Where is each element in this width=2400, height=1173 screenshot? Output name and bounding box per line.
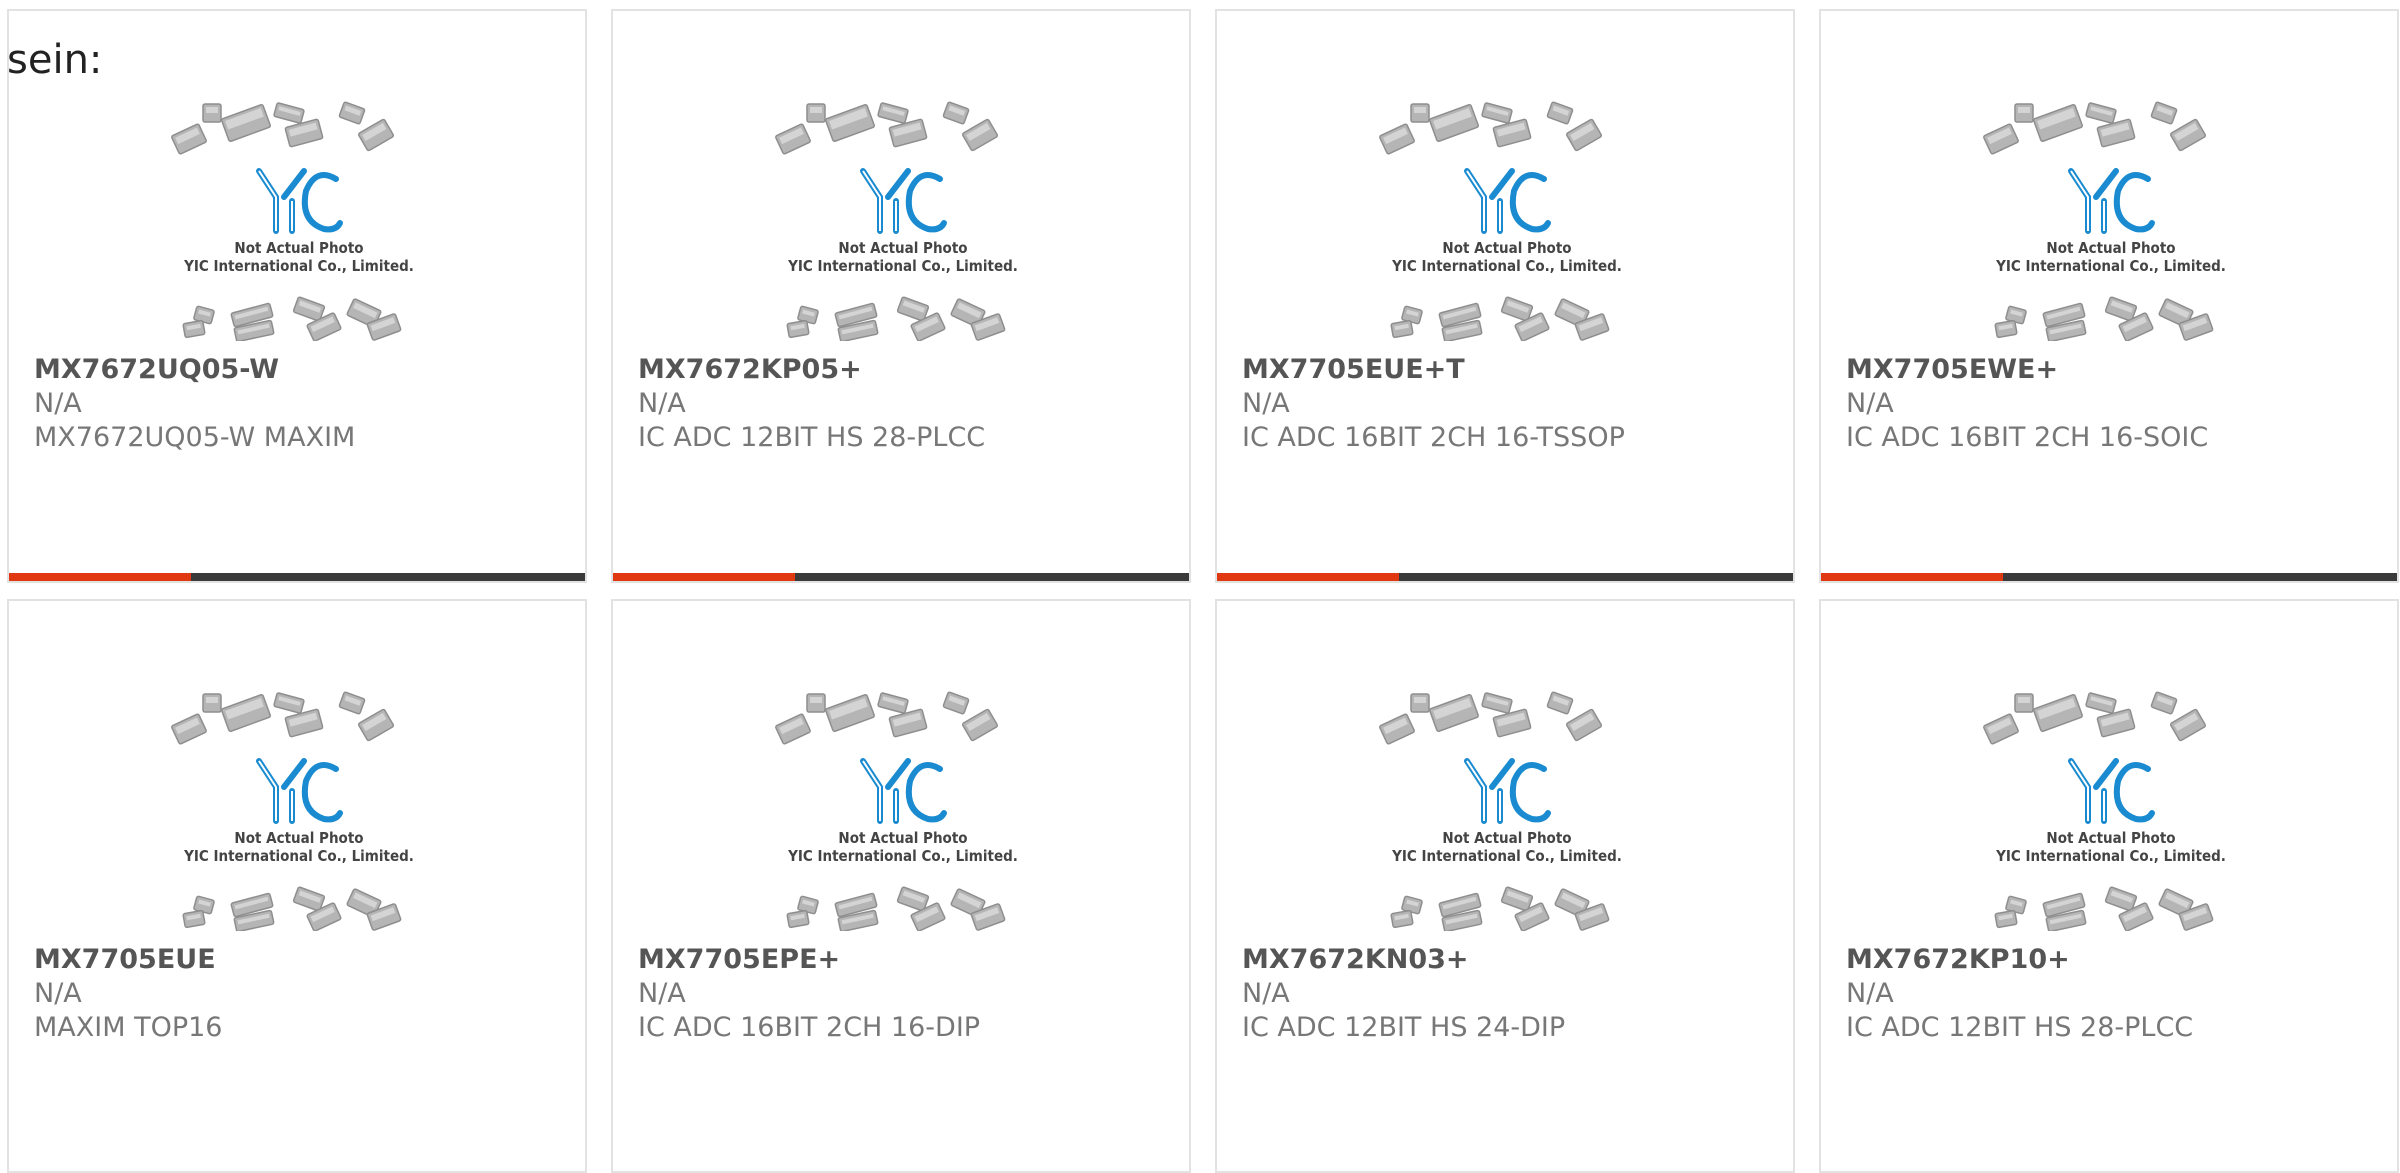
card-accent-bar — [9, 573, 191, 581]
placeholder-caption-line1: Not Actual Photo — [1442, 239, 1571, 257]
product-image-placeholder: Not Actual Photo YIC International Co., L… — [164, 691, 434, 931]
product-image-placeholder: Not Actual Photo YIC International Co., L… — [1976, 691, 2246, 931]
placeholder-caption-line1: Not Actual Photo — [2046, 239, 2175, 257]
product-card[interactable]: Not Actual Photo YIC International Co., L… — [611, 9, 1191, 583]
placeholder-caption-line1: Not Actual Photo — [2046, 829, 2175, 847]
card-bottom-bar — [9, 573, 585, 581]
card-bottom-bar — [613, 573, 1189, 581]
placeholder-caption-line1: Not Actual Photo — [838, 829, 967, 847]
product-description: IC ADC 12BIT HS 24-DIP — [1242, 1012, 1566, 1043]
product-name[interactable]: MX7705EWE+ — [1846, 353, 2377, 387]
product-card[interactable]: Not Actual Photo YIC International Co., L… — [1819, 9, 2399, 583]
product-grid: Not Actual Photo YIC International Co., L… — [0, 0, 2400, 1173]
product-description: IC ADC 16BIT 2CH 16-DIP — [638, 1012, 981, 1043]
yic-placeholder-graphic: Not Actual PhotoYIC International Co., L… — [1983, 691, 2226, 931]
product-manufacturer: N/A — [1242, 978, 1290, 1009]
yic-placeholder-graphic: Not Actual PhotoYIC International Co., L… — [775, 691, 1018, 931]
product-description: IC ADC 12BIT HS 28-PLCC — [638, 422, 986, 453]
card-bottom-bar — [1217, 573, 1793, 581]
product-card[interactable]: Not Actual Photo YIC International Co., L… — [1819, 599, 2399, 1173]
product-image-placeholder: Not Actual Photo YIC International Co., L… — [1372, 101, 1642, 341]
yic-placeholder-graphic: Not Actual PhotoYIC International Co., L… — [1983, 101, 2226, 341]
product-description: MX7672UQ05-W MAXIM — [34, 422, 356, 453]
placeholder-caption-line2: YIC International Co., Limited. — [1391, 847, 1622, 865]
product-manufacturer: N/A — [1242, 388, 1290, 419]
yic-placeholder-graphic: Not Actual PhotoYIC International Co., L… — [171, 691, 414, 931]
product-image-placeholder: Not Actual Photo YIC International Co., L… — [768, 101, 1038, 341]
yic-placeholder-graphic: Not Actual PhotoYIC International Co., L… — [171, 101, 414, 341]
yic-placeholder-graphic: Not Actual PhotoYIC International Co., L… — [1379, 101, 1622, 341]
product-manufacturer: N/A — [638, 388, 686, 419]
product-manufacturer: N/A — [1846, 978, 1894, 1009]
placeholder-caption-line2: YIC International Co., Limited. — [1995, 847, 2226, 865]
product-manufacturer: N/A — [34, 978, 82, 1009]
product-card[interactable]: Not Actual Photo YIC International Co., L… — [7, 9, 587, 583]
product-manufacturer: N/A — [1846, 388, 1894, 419]
card-accent-bar — [1821, 573, 2003, 581]
placeholder-caption-line1: Not Actual Photo — [1442, 829, 1571, 847]
product-name[interactable]: MX7672UQ05-W — [34, 353, 565, 387]
product-description: IC ADC 16BIT 2CH 16-TSSOP — [1242, 422, 1625, 453]
yic-placeholder-graphic: Not Actual PhotoYIC International Co., L… — [775, 101, 1018, 341]
product-manufacturer: N/A — [34, 388, 82, 419]
product-card[interactable]: Not Actual Photo YIC International Co., L… — [1215, 599, 1795, 1173]
product-name[interactable]: MX7705EUE+T — [1242, 353, 1773, 387]
placeholder-caption-line2: YIC International Co., Limited. — [787, 847, 1018, 865]
product-card[interactable]: Not Actual Photo YIC International Co., L… — [1215, 9, 1795, 583]
product-name[interactable]: MX7672KP10+ — [1846, 943, 2377, 977]
product-description: IC ADC 12BIT HS 28-PLCC — [1846, 1012, 2194, 1043]
section-heading: sein: — [7, 37, 103, 83]
product-description: MAXIM TOP16 — [34, 1012, 223, 1043]
product-name[interactable]: MX7672KP05+ — [638, 353, 1169, 387]
placeholder-caption-line2: YIC International Co., Limited. — [1391, 257, 1622, 275]
placeholder-caption-line2: YIC International Co., Limited. — [787, 257, 1018, 275]
product-image-placeholder: Not Actual Photo YIC International Co., L… — [164, 101, 434, 341]
product-name[interactable]: MX7672KN03+ — [1242, 943, 1773, 977]
product-image-placeholder: Not Actual Photo YIC International Co., L… — [1976, 101, 2246, 341]
card-bottom-bar — [1821, 573, 2397, 581]
product-card[interactable]: Not Actual Photo YIC International Co., L… — [7, 599, 587, 1173]
product-manufacturer: N/A — [638, 978, 686, 1009]
card-accent-bar — [1217, 573, 1399, 581]
yic-placeholder-graphic: Not Actual PhotoYIC International Co., L… — [1379, 691, 1622, 931]
product-name[interactable]: MX7705EPE+ — [638, 943, 1169, 977]
placeholder-caption-line1: Not Actual Photo — [838, 239, 967, 257]
placeholder-caption-line2: YIC International Co., Limited. — [1995, 257, 2226, 275]
card-accent-bar — [613, 573, 795, 581]
product-name[interactable]: MX7705EUE — [34, 943, 565, 977]
product-image-placeholder: Not Actual Photo YIC International Co., L… — [768, 691, 1038, 931]
placeholder-caption-line2: YIC International Co., Limited. — [183, 257, 414, 275]
placeholder-caption-line2: YIC International Co., Limited. — [183, 847, 414, 865]
product-card[interactable]: Not Actual Photo YIC International Co., L… — [611, 599, 1191, 1173]
placeholder-caption-line1: Not Actual Photo — [234, 829, 363, 847]
product-description: IC ADC 16BIT 2CH 16-SOIC — [1846, 422, 2209, 453]
placeholder-caption-line1: Not Actual Photo — [234, 239, 363, 257]
product-image-placeholder: Not Actual Photo YIC International Co., L… — [1372, 691, 1642, 931]
